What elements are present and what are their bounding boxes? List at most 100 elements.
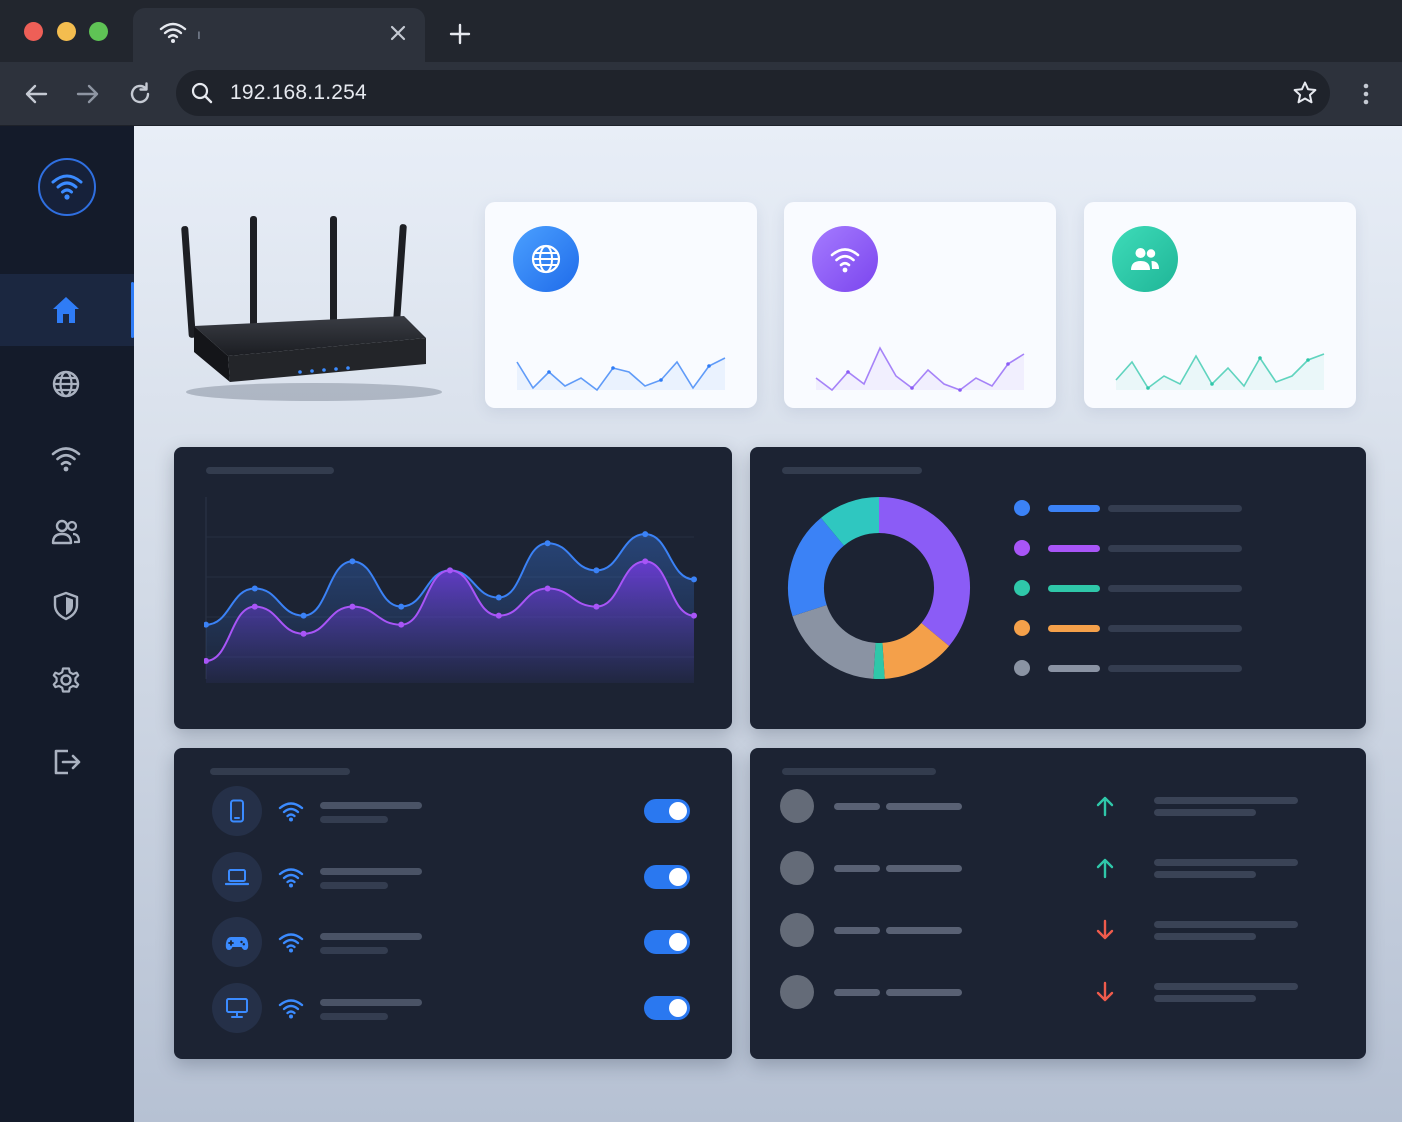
legend-label-placeholder bbox=[1108, 545, 1242, 552]
arrow-down-icon bbox=[1096, 919, 1114, 940]
bookmark-star-icon[interactable] bbox=[1292, 80, 1318, 106]
sidebar-item-wifi[interactable] bbox=[0, 422, 134, 494]
minimize-window-button[interactable] bbox=[57, 22, 76, 41]
activity-value-placeholder bbox=[1154, 797, 1298, 804]
new-tab-icon[interactable] bbox=[448, 22, 472, 46]
shield-icon bbox=[53, 591, 79, 621]
device-toggle[interactable] bbox=[644, 930, 690, 954]
device-name-placeholder bbox=[320, 933, 422, 940]
activity-label-placeholder bbox=[834, 989, 880, 996]
gear-icon bbox=[52, 667, 80, 693]
legend-swatch-bar bbox=[1048, 585, 1100, 592]
data-point bbox=[251, 585, 258, 592]
card-badge bbox=[513, 226, 579, 292]
data-point bbox=[691, 612, 697, 619]
sidebar-item-security[interactable] bbox=[0, 570, 134, 642]
legend-dot bbox=[1014, 540, 1030, 556]
close-window-button[interactable] bbox=[24, 22, 43, 41]
internet-status-card[interactable] bbox=[485, 202, 757, 408]
legend-label-placeholder bbox=[1108, 665, 1242, 672]
forward-arrow-icon[interactable] bbox=[74, 80, 102, 108]
panel-title-placeholder bbox=[782, 467, 922, 474]
sparkline-point bbox=[1006, 362, 1010, 366]
sparkline-area bbox=[517, 358, 725, 390]
users-icon bbox=[1131, 248, 1159, 270]
wifi-icon bbox=[51, 447, 81, 472]
activity-label-placeholder bbox=[834, 803, 880, 810]
panel-title-placeholder bbox=[206, 467, 334, 474]
wifi-logo-icon bbox=[51, 174, 83, 200]
sidebar-item-settings[interactable] bbox=[0, 644, 134, 716]
device-name-placeholder bbox=[320, 998, 422, 1006]
sparkline-point bbox=[846, 370, 850, 374]
sidebar bbox=[0, 126, 134, 1122]
device-detail-placeholder bbox=[320, 1012, 388, 1020]
clients-status-card[interactable] bbox=[1084, 202, 1356, 408]
sparkline-point bbox=[958, 388, 962, 392]
gamepad-icon bbox=[225, 937, 249, 950]
wifi-status-card[interactable] bbox=[784, 202, 1056, 408]
data-point bbox=[544, 585, 551, 592]
device-detail-placeholder bbox=[320, 816, 388, 823]
sparkline-point bbox=[1146, 386, 1150, 390]
activity-detail-placeholder bbox=[1154, 995, 1256, 1002]
maximize-window-button[interactable] bbox=[89, 22, 108, 41]
browser-tab[interactable]: ı bbox=[133, 8, 425, 62]
sparkline-point bbox=[910, 386, 914, 390]
back-arrow-icon[interactable] bbox=[22, 80, 50, 108]
activity-detail-placeholder bbox=[1154, 871, 1256, 878]
legend-swatch-bar bbox=[1048, 545, 1100, 552]
data-point bbox=[495, 612, 502, 619]
donut-slice bbox=[820, 497, 880, 547]
donut-slice bbox=[792, 604, 877, 679]
close-tab-icon[interactable] bbox=[387, 22, 409, 44]
browser-tab-bar: ı bbox=[0, 0, 1402, 62]
device-toggle[interactable] bbox=[644, 864, 690, 889]
laptop-icon bbox=[225, 869, 249, 886]
url-text: 192.168.1.254 bbox=[230, 81, 367, 104]
monitor-icon bbox=[226, 998, 248, 1018]
sparkline-area bbox=[1116, 354, 1324, 390]
sidebar-item-internet[interactable] bbox=[0, 348, 134, 420]
data-point bbox=[300, 630, 307, 637]
device-toggle[interactable] bbox=[644, 799, 690, 823]
tab-title: ı bbox=[197, 26, 201, 42]
data-point bbox=[300, 612, 307, 619]
wifi-icon bbox=[278, 933, 304, 953]
donut-slice bbox=[788, 517, 845, 617]
address-bar[interactable]: 192.168.1.254 bbox=[176, 70, 1330, 116]
toggle-knob bbox=[669, 867, 687, 886]
activity-avatar bbox=[780, 851, 814, 885]
data-point bbox=[544, 540, 551, 547]
browser-toolbar: 192.168.1.254 bbox=[0, 62, 1402, 126]
device-toggle[interactable] bbox=[644, 995, 690, 1020]
wifi-icon bbox=[278, 867, 304, 887]
data-point bbox=[642, 558, 649, 565]
data-point bbox=[349, 558, 356, 565]
traffic-line-chart bbox=[204, 497, 697, 683]
usage-donut-chart bbox=[788, 497, 970, 679]
arrow-up-icon bbox=[1096, 796, 1114, 817]
wifi-icon bbox=[278, 802, 304, 822]
device-avatar bbox=[212, 786, 262, 836]
legend-dot bbox=[1014, 580, 1030, 596]
sparkline-point bbox=[1306, 358, 1310, 362]
arrow-down-icon bbox=[1096, 981, 1114, 1002]
data-point bbox=[642, 531, 649, 538]
menu-dots-icon[interactable] bbox=[1354, 80, 1378, 108]
sidebar-item-logout[interactable] bbox=[0, 726, 134, 798]
sidebar-item-home[interactable] bbox=[0, 274, 134, 346]
sparkline-point bbox=[1258, 356, 1262, 360]
usage-breakdown-panel bbox=[750, 447, 1366, 729]
sidebar-item-users[interactable] bbox=[0, 496, 134, 568]
sparkline-chart bbox=[1115, 353, 1325, 390]
data-point bbox=[398, 621, 405, 628]
toggle-knob bbox=[669, 802, 687, 820]
data-point bbox=[251, 603, 258, 610]
reload-icon[interactable] bbox=[126, 80, 154, 108]
activity-value-placeholder bbox=[1154, 859, 1298, 866]
legend-label-placeholder bbox=[1108, 585, 1242, 592]
wifi-icon bbox=[830, 248, 860, 273]
activity-label-placeholder bbox=[886, 927, 962, 934]
activity-label-placeholder bbox=[834, 927, 880, 934]
